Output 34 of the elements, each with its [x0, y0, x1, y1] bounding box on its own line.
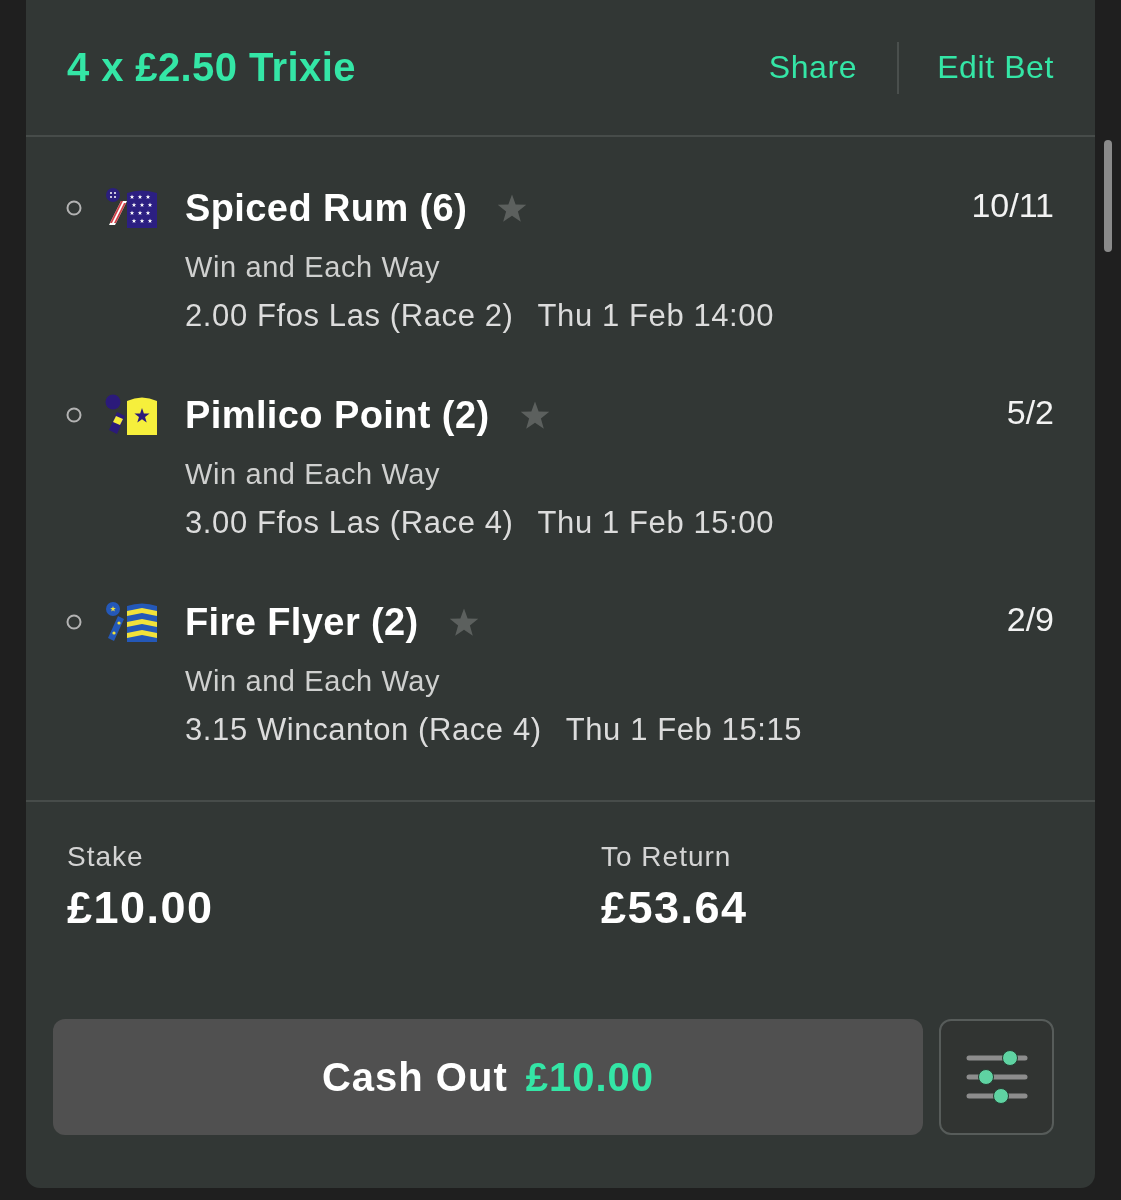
- race-time: Thu 1 Feb 15:00: [537, 505, 774, 541]
- summary-value: £53.64: [601, 884, 748, 932]
- star-icon[interactable]: [448, 607, 479, 637]
- edit-bet-link[interactable]: Edit Bet: [937, 49, 1054, 86]
- runner-name: Pimlico Point (2): [185, 393, 490, 437]
- star-icon[interactable]: [497, 193, 528, 223]
- cash-out-button[interactable]: Cash Out £10.00: [53, 1019, 923, 1135]
- odds: 10/11: [971, 186, 1054, 225]
- racing-silk-icon: [105, 394, 159, 436]
- odds: 2/9: [1006, 600, 1054, 639]
- race-name: 3.00 Ffos Las (Race 4): [185, 505, 514, 541]
- sliders-icon: [965, 1049, 1028, 1105]
- race-name: 2.00 Ffos Las (Race 2): [185, 298, 514, 334]
- runner-name: Spiced Rum (6): [185, 186, 468, 230]
- market-label: Win and Each Way: [185, 457, 441, 492]
- summary-label: Stake: [67, 840, 144, 874]
- odds: 5/2: [1006, 393, 1054, 432]
- racing-silk-icon: [105, 187, 159, 229]
- ring-icon: [66, 200, 82, 216]
- ring-icon: [66, 614, 82, 630]
- race-time: Thu 1 Feb 15:15: [565, 712, 803, 748]
- bet-title: 4 x £2.50 Trixie: [67, 45, 356, 90]
- race-name: 3.15 Wincanton (Race 4): [185, 712, 542, 748]
- summary-value: £10.00: [67, 884, 214, 932]
- star-icon[interactable]: [519, 400, 550, 430]
- racing-silk-icon: [105, 601, 159, 643]
- summary-label: To Return: [601, 840, 732, 874]
- market-label: Win and Each Way: [185, 250, 441, 285]
- runner-name: Fire Flyer (2): [185, 600, 419, 644]
- market-label: Win and Each Way: [185, 664, 441, 699]
- cash-out-settings-button[interactable]: [939, 1019, 1054, 1135]
- share-link[interactable]: Share: [768, 49, 858, 86]
- race-time: Thu 1 Feb 14:00: [537, 298, 774, 334]
- ring-icon: [66, 407, 82, 423]
